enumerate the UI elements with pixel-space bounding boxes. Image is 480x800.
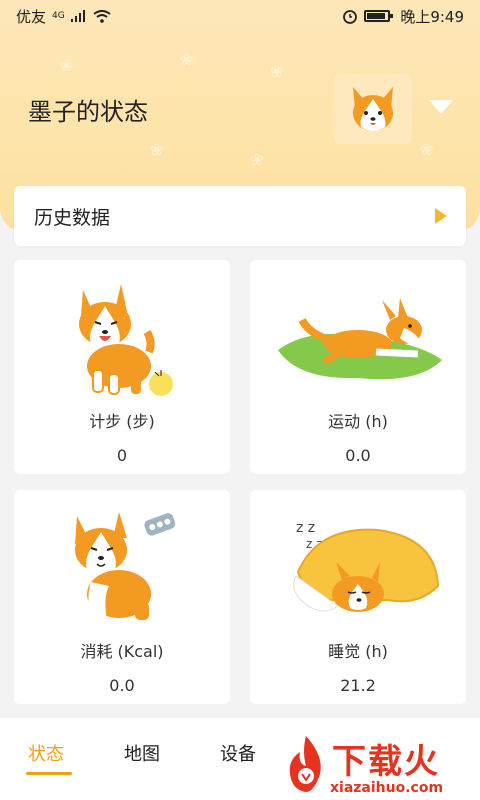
tab-device[interactable]: 设备 [220,740,256,766]
wifi-icon [93,9,111,23]
play-arrow-icon [435,208,447,224]
corgi-sitting-icon [75,512,176,620]
card-value: 0.0 [345,446,371,465]
sleep-card[interactable]: z z z z 睡觉 (h) 21.2 [250,490,466,704]
status-bar: 优友 4G 晚上9:49 [0,0,480,32]
clock: 晚上9:49 [400,7,464,26]
paw-pattern-icon: ❀ [150,140,164,159]
paw-pattern-icon: ❀ [250,150,264,169]
card-value: 0.0 [109,676,135,695]
watermark-url: xiazaihuo.com [330,780,444,796]
alarm-icon [343,10,358,24]
corgi-sleeping-icon: z z z z [293,520,440,612]
history-data-row[interactable]: 历史数据 [14,186,466,246]
corgi-standing-icon [79,284,173,396]
pet-avatar[interactable] [334,74,412,144]
watermark-logo: 下载火 xiazaihuo.com [284,728,480,800]
corgi-running-icon [278,298,442,380]
history-label: 历史数据 [34,206,111,229]
card-value: 21.2 [340,676,376,695]
corgi-face-icon [353,87,393,131]
card-label: 计步 (步) [89,412,155,431]
paw-pattern-icon: ❀ [420,140,434,159]
card-value: 0 [116,446,128,465]
tab-map[interactable]: 地图 [124,740,160,766]
active-tab-indicator [26,772,72,775]
exercise-card[interactable]: 运动 (h) 0.0 [250,260,466,474]
card-label: 运动 (h) [328,412,388,431]
tab-status[interactable]: 状态 [28,740,64,766]
paw-pattern-icon: ❀ [180,50,194,69]
card-label: 消耗 (Kcal) [80,642,164,661]
network-type: 4G [52,11,65,21]
steps-card[interactable]: 计步 (步) 0 [14,260,230,474]
page-title: 墨子的状态 [28,98,148,126]
paw-pattern-icon: ❀ [270,62,284,81]
battery-icon [364,10,394,22]
calories-card[interactable]: 消耗 (Kcal) 0.0 [14,490,230,704]
paw-pattern-icon: ❀ [60,56,74,75]
flame-logo-icon [289,736,321,792]
signal-icon [70,10,85,22]
carrier-label: 优友 [16,7,47,26]
dropdown-triangle-icon[interactable] [428,98,454,116]
card-label: 睡觉 (h) [328,642,388,661]
svg-text:z z: z z [296,520,315,536]
watermark-text: 下载火 [332,742,440,782]
